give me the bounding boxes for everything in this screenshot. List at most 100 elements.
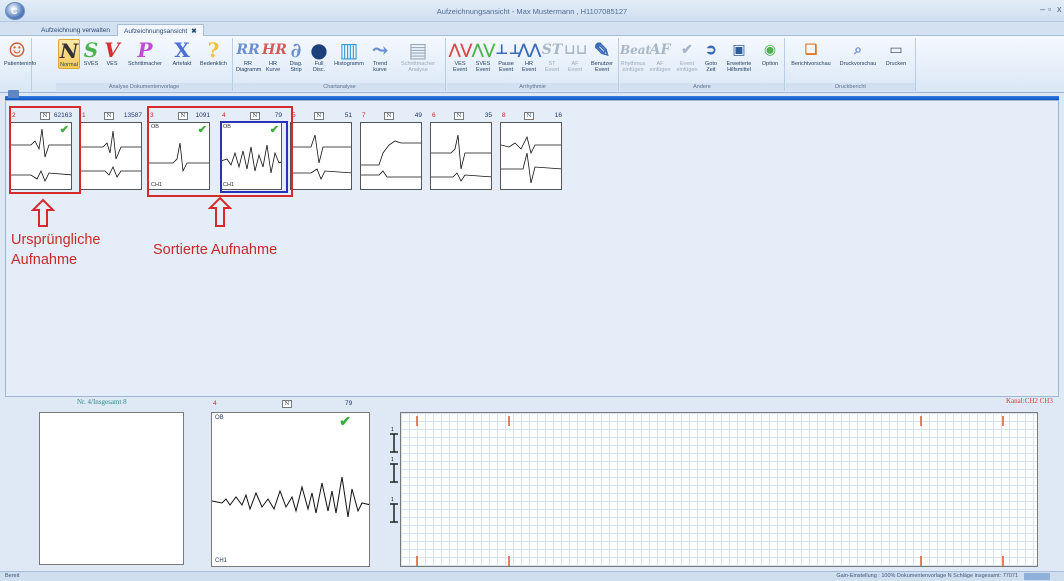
beat-type-badge[interactable]: N: [384, 112, 394, 120]
bedenklich-button[interactable]: ? Bedenklich: [196, 39, 231, 67]
minimize-button[interactable]: –: [1040, 4, 1045, 14]
disc-icon: ●: [310, 38, 328, 62]
button-label: Histogramm: [334, 61, 364, 67]
pause-event-button[interactable]: ⊥⊥ Pause Event: [495, 39, 522, 73]
button-label: Pause Event: [498, 61, 514, 73]
group-label: Arrhythmie: [447, 83, 618, 91]
ves-event-button[interactable]: ⋀⋁ VES Event: [449, 39, 472, 73]
button-label: SVES: [83, 61, 99, 67]
diag-strip-button[interactable]: ∂ Diag. Strip: [285, 39, 307, 73]
beat-template-card[interactable]: [500, 122, 562, 190]
button-label: Diag. Strip: [289, 61, 303, 73]
beat-type-badge[interactable]: N: [454, 112, 464, 120]
berichtvorschau-button[interactable]: ❏ Berichtvorschau: [788, 39, 834, 67]
hr-kurve-button[interactable]: HR HR Kurve: [262, 39, 287, 73]
refresh-icon[interactable]: [8, 90, 19, 98]
button-label: SVES Event: [475, 61, 491, 73]
channel-marker: 1: [391, 497, 394, 503]
goto-zeit-button[interactable]: ➲ Goto Zeit: [701, 39, 721, 73]
rr-diagramm-button[interactable]: RR RR Diagramm: [236, 39, 261, 73]
drucken-button[interactable]: ▭ Drucken: [881, 39, 911, 67]
template-index: 1: [82, 112, 86, 119]
hr-event-button[interactable]: ⋀⋀ HR Event: [518, 39, 541, 73]
beat-count: 35: [484, 112, 492, 119]
beat-template-card[interactable]: [430, 122, 492, 190]
hr-event-icon: ⋀⋀: [518, 42, 541, 58]
button-label: Rhythmus einfügen: [620, 61, 646, 73]
beat-icon: Beat: [620, 43, 652, 57]
status-text: Bereit: [5, 573, 20, 579]
histogram-icon: ▥: [339, 38, 359, 62]
tab-aufzeichnung-verwalten[interactable]: Aufzeichnung verwalten: [34, 24, 117, 36]
maximize-button[interactable]: ▫: [1048, 4, 1051, 14]
ecg-waveform: [501, 135, 561, 184]
hr-icon: HR: [262, 42, 287, 58]
af-einfuegen-button[interactable]: AF AF einfügen: [647, 39, 673, 73]
title-bar: C Aufzeichnungsansicht - Max Mustermann …: [0, 0, 1064, 22]
trend-kurve-button[interactable]: ⤳ Trend kurve: [368, 39, 392, 73]
tab-label: Aufzeichnungsansicht: [124, 28, 188, 35]
beat-type-badge[interactable]: N: [282, 400, 292, 408]
close-button[interactable]: x: [1057, 4, 1062, 14]
erweiterte-hilfsmittel-button[interactable]: ▣ Erweiterte Hilfsmittel: [722, 39, 756, 73]
channel-marker: 1: [391, 457, 394, 463]
button-label: Trend kurve: [372, 61, 388, 73]
beat-template-card[interactable]: [360, 122, 422, 190]
schrittmacher-button[interactable]: P Schrittmacher: [122, 39, 168, 67]
zoom-control[interactable]: [1024, 573, 1050, 580]
card-header: 1 N 13587: [80, 112, 142, 121]
tools-icon: ▣: [732, 42, 746, 58]
af-event-icon: ⊔⊔: [564, 42, 588, 58]
group-label: Analyse Dokumentenvorlage: [56, 83, 232, 91]
s-icon: S: [83, 38, 99, 62]
patienteninfo-button[interactable]: ☺ Patienteninfo: [4, 38, 36, 67]
strip-icon: ∂: [290, 38, 302, 62]
button-label: VES Event: [452, 61, 468, 73]
st-event-button[interactable]: ST ST Event: [541, 39, 563, 73]
original-recording-highlight: [9, 106, 81, 194]
channel-marker: 1: [391, 427, 394, 433]
pacemaker-icon: ▤: [408, 38, 428, 62]
ecg-waveform: [212, 476, 369, 518]
beat-counter: Nr. 4/Insgesamt 8: [77, 398, 127, 406]
beat-type-badge[interactable]: N: [314, 112, 324, 120]
artefakt-button[interactable]: X Artefakt: [168, 39, 196, 67]
beat-type-badge[interactable]: N: [104, 112, 114, 120]
button-label: Artefakt: [172, 61, 192, 67]
beat-type-badge[interactable]: N: [524, 112, 534, 120]
question-icon: ?: [207, 38, 220, 62]
beat-template-card[interactable]: [290, 122, 352, 190]
st-icon: ST: [541, 42, 563, 58]
button-label: Full Disc.: [312, 61, 326, 73]
druckvorschau-button[interactable]: ⌕ Druckvorschau: [836, 39, 880, 67]
druckbericht-group: ❏ Berichtvorschau ⌕ Druckvorschau ▭ Drucken…: [786, 38, 916, 91]
rhythmus-einfuegen-button[interactable]: Beat Rhythmus einfügen: [620, 39, 652, 73]
tab-aufzeichnungsansicht[interactable]: Aufzeichnungsansicht ✖: [117, 24, 204, 36]
option-button[interactable]: ◉ Option: [757, 39, 783, 67]
group-label: Andere: [620, 83, 784, 91]
detail-header: 4 N 79: [211, 400, 370, 409]
sves-button[interactable]: S SVES: [81, 39, 101, 67]
sves-event-icon: ⋀⋁: [472, 42, 495, 58]
event-einfuegen-button[interactable]: ✔ Event einfügen: [674, 39, 700, 73]
schrittmacher-analyse-button[interactable]: ▤ Schrittmacher Analyse: [394, 39, 442, 73]
full-disc-button[interactable]: ● Full Disc.: [308, 39, 330, 73]
printer-icon: ▭: [889, 42, 903, 58]
beat-template-card[interactable]: [80, 122, 142, 190]
ecg-waveform: [291, 134, 351, 180]
card-header: 5 N 51: [290, 112, 352, 121]
close-tab-icon[interactable]: ✖: [191, 28, 196, 35]
tab-label: Aufzeichnung verwalten: [41, 27, 111, 34]
report-icon: ❏: [804, 42, 818, 58]
histogramm-button[interactable]: ▥ Histogramm: [331, 39, 367, 67]
benutzer-event-button[interactable]: ✎ Benutzer Event: [587, 39, 617, 73]
normal-button[interactable]: N Normal: [58, 39, 80, 69]
patient-icon: ☺: [8, 38, 26, 62]
ves-button[interactable]: V VES: [102, 39, 122, 67]
af-icon: AF: [649, 42, 671, 58]
detail-beat-card[interactable]: OB ✔ CH1: [211, 412, 370, 567]
af-event-button[interactable]: ⊔⊔ AF Event: [564, 39, 588, 73]
sves-event-button[interactable]: ⋀⋁ SVES Event: [472, 39, 495, 73]
beat-count: 13587: [123, 112, 142, 119]
button-label: HR Event: [521, 61, 537, 73]
